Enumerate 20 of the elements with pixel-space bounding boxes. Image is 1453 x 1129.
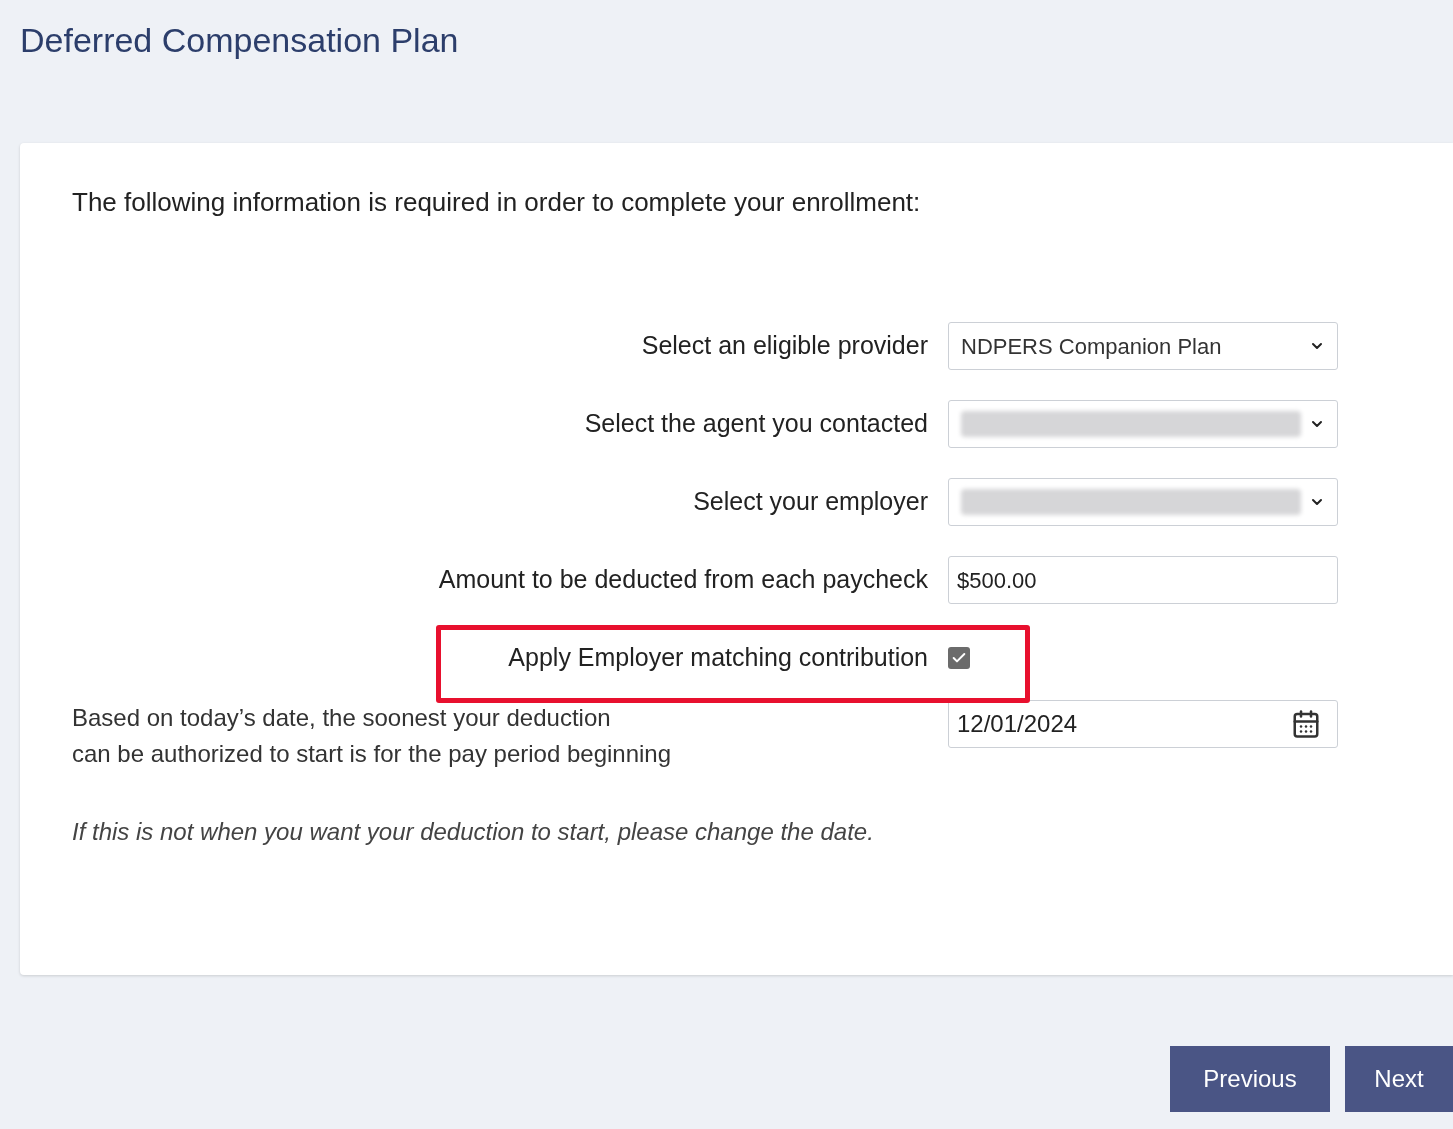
field-label: Select the agent you contacted [584, 408, 928, 440]
explanation-text: Based on today’s date, the soonest your deduction [72, 703, 611, 733]
dropdown-field[interactable]: NDPERS Companion Plan [948, 322, 1338, 370]
field-label: Apply Employer matching contribution [508, 642, 928, 674]
dropdown-field[interactable] [948, 400, 1338, 448]
dropdown-field[interactable] [948, 478, 1338, 526]
field-label: Select your employer [693, 486, 928, 518]
date-field[interactable]: 12/01/2024 [948, 700, 1338, 748]
dropdown-value: NDPERS Companion Plan [961, 332, 1223, 361]
calendar-icon [1291, 709, 1321, 739]
previous-button[interactable]: Previous [1170, 1046, 1330, 1112]
amount-field[interactable]: $500.00 [948, 556, 1338, 604]
explanation-text: can be authorized to start is for the pay period beginning [72, 739, 672, 769]
date-note: If this is not when you want your deduction to start, please change the date. [72, 817, 874, 847]
checkbox[interactable] [948, 647, 970, 669]
page-title: Deferred Compensation Plan [20, 20, 459, 61]
intro-text: The following information is required in order to complete your enrollment: [72, 186, 921, 219]
next-button[interactable]: Next [1345, 1046, 1453, 1112]
field-label: Select an eligible provider [641, 330, 928, 362]
field-label: Amount to be deducted from each paycheck [438, 564, 928, 596]
